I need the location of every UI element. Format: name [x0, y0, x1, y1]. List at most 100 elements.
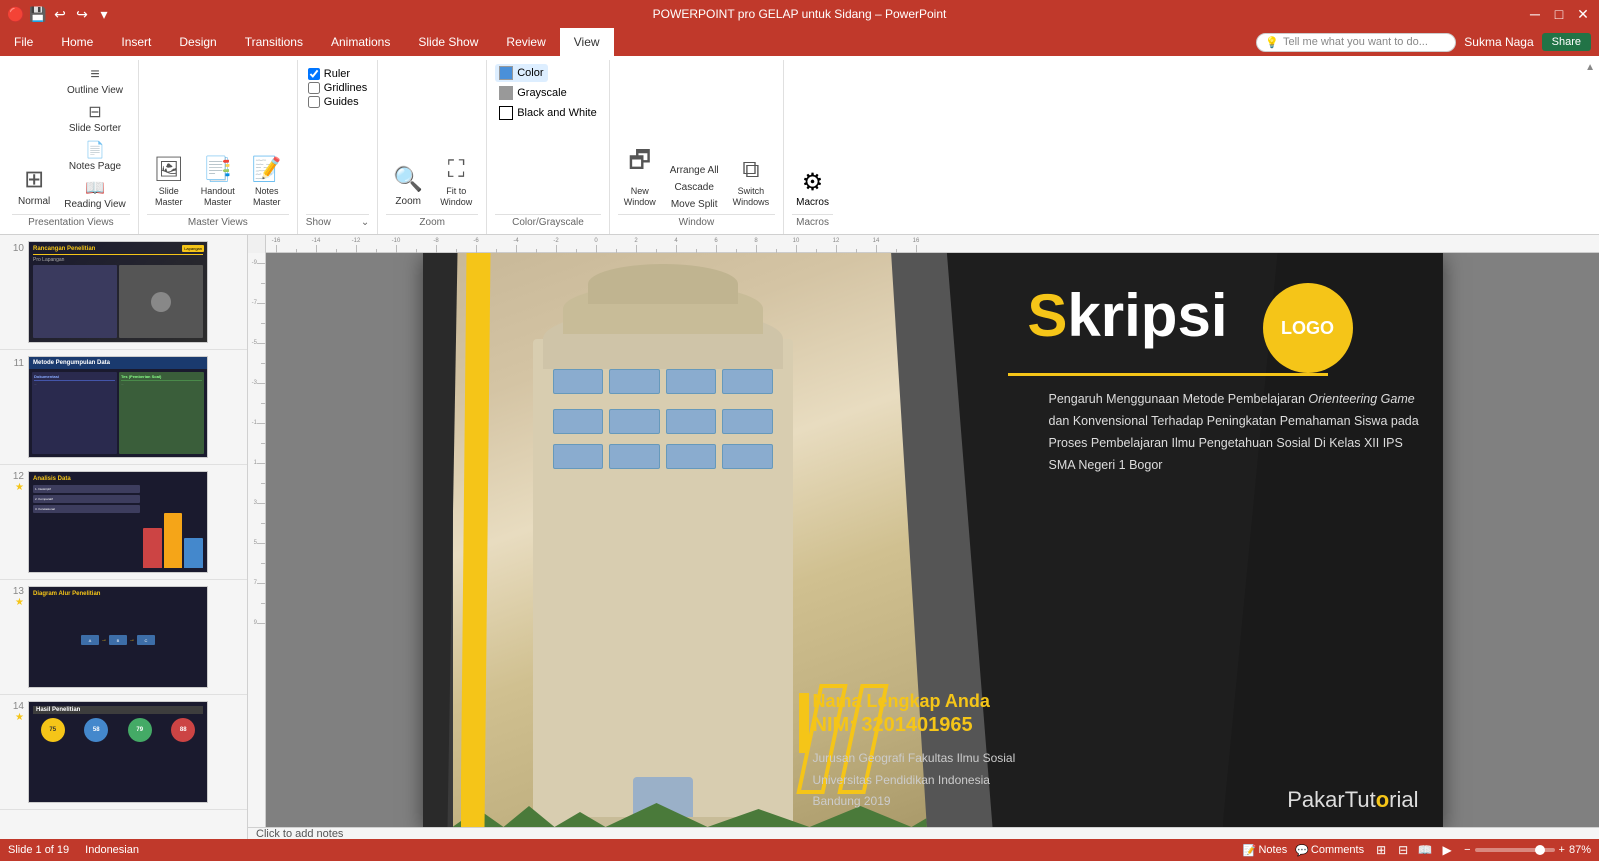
comments-icon: 💬	[1295, 844, 1309, 857]
slide-number-13: 13 ★	[4, 586, 24, 608]
block1	[33, 265, 117, 338]
tab-view[interactable]: View	[560, 28, 614, 56]
minimize-icon[interactable]: ─	[1527, 6, 1543, 22]
arrange-all-button[interactable]: Arrange All	[666, 163, 723, 178]
tell-me-bar[interactable]: 💡 Tell me what you want to do...	[1256, 33, 1456, 52]
notes-btn[interactable]: 📝 Notes	[1243, 844, 1287, 857]
flow-arrow-1: →	[101, 637, 107, 643]
move-split-button[interactable]: Move Split	[666, 197, 723, 212]
tab-design[interactable]: Design	[165, 28, 230, 56]
win-5	[553, 409, 604, 434]
gridlines-check[interactable]: Gridlines	[308, 82, 367, 94]
tab-slideshow[interactable]: Slide Show	[404, 28, 492, 56]
sorter-view-icon[interactable]: ⊟	[1394, 843, 1412, 857]
lightbulb-icon: 💡	[1265, 36, 1279, 49]
zoom-slider[interactable]	[1475, 848, 1555, 852]
normal-button[interactable]: ⊞ Normal	[12, 161, 56, 212]
new-window-button[interactable]: 🗗 NewWindow	[618, 139, 662, 212]
notes-page-button[interactable]: 📄 Notes Page	[60, 138, 130, 174]
tab-animations[interactable]: Animations	[317, 28, 404, 56]
zoom-plus[interactable]: +	[1559, 844, 1565, 856]
undo-icon[interactable]: ↩	[52, 6, 68, 22]
maximize-icon[interactable]: □	[1551, 6, 1567, 22]
slideshow-view-icon[interactable]: ▶	[1438, 843, 1456, 857]
ruler-corner	[248, 235, 266, 253]
macros-button[interactable]: ⚙ Macros	[792, 164, 833, 212]
hasil-title: Hasil Penelitian	[33, 706, 203, 714]
vtick--5: -5	[248, 333, 265, 353]
show-expand-icon[interactable]: ⌄	[361, 217, 369, 228]
slide-thumb-11[interactable]: 11 Metode Pengumpulan Data Dokumentasi .…	[0, 350, 247, 465]
group-macros: ⚙ Macros Macros	[784, 60, 841, 234]
close-icon[interactable]: ✕	[1575, 6, 1591, 22]
comments-btn[interactable]: 💬 Comments	[1295, 844, 1364, 857]
zoom-minus[interactable]: −	[1464, 844, 1470, 856]
customize-icon[interactable]: ▾	[96, 6, 112, 22]
bw-button[interactable]: Black and White	[495, 104, 600, 122]
vtick--4	[248, 353, 265, 373]
brand-o: o	[1376, 787, 1389, 812]
flow-arrow-2: →	[129, 637, 135, 643]
normal-view-icon[interactable]: ⊞	[1372, 843, 1390, 857]
cascade-button[interactable]: Cascade	[666, 180, 723, 195]
htick-8: 8	[746, 238, 766, 253]
slide-thumb-12[interactable]: 12 ★ Analisis Data 1. Deskriptif 2. Komp…	[0, 465, 247, 580]
mc-text1: ...	[34, 382, 115, 386]
handout-master-button[interactable]: 📑 HandoutMaster	[195, 151, 241, 212]
outline-view-button[interactable]: ≡ Outline View	[60, 64, 130, 98]
tab-review[interactable]: Review	[492, 28, 559, 56]
slide-sorter-button[interactable]: ⊟ Slide Sorter	[60, 100, 130, 136]
tab-file[interactable]: File	[0, 28, 47, 56]
user-name: Sukma Naga	[1464, 35, 1533, 49]
slide-thumb-10[interactable]: 10 Rancangan Penelitian Pro Lapangan Lap…	[0, 235, 247, 350]
notes-master-button[interactable]: 📝 NotesMaster	[245, 151, 289, 212]
mc-text2: ...	[121, 382, 202, 386]
normal-icon: ⊞	[24, 165, 44, 194]
slide-nim: NIM: 3201401965	[813, 714, 990, 737]
win-4	[722, 369, 773, 394]
block2	[119, 265, 203, 338]
fit-to-window-button[interactable]: ⛶ Fit toWindow	[434, 152, 478, 212]
title-bar: 🔴 💾 ↩ ↪ ▾ POWERPOINT pro GELAP untuk Sid…	[0, 0, 1599, 28]
win-9	[553, 444, 604, 469]
slide-viewport[interactable]: LOGO Skripsi Pengaruh Menggunaan Metode …	[266, 253, 1599, 827]
switch-windows-button[interactable]: ⧉ SwitchWindows	[727, 152, 776, 212]
slide-thumb-14[interactable]: 14 ★ Hasil Penelitian 75 58	[0, 695, 247, 810]
slide-img-12: Analisis Data 1. Deskriptif 2. Komparati…	[28, 471, 208, 573]
save-icon[interactable]: 💾	[30, 6, 46, 22]
tab-home[interactable]: Home	[47, 28, 107, 56]
reading-view-button[interactable]: 📖 Reading View	[60, 176, 130, 212]
group-presentation-views: ⊞ Normal ≡ Outline View ⊟ Slide Sorter	[4, 60, 139, 234]
window-col: Arrange All Cascade Move Split	[666, 163, 723, 212]
ruler-checkbox[interactable]	[308, 68, 320, 80]
thumb-rancangan: Rancangan Penelitian Pro Lapangan	[29, 242, 207, 342]
reading-view-icon[interactable]: 📖	[1416, 843, 1434, 857]
outline-label: Outline View	[67, 85, 123, 96]
win-11	[666, 444, 717, 469]
bw-dot	[499, 106, 513, 120]
slide-master-button[interactable]: 🖼 SlideMaster	[147, 151, 191, 212]
logo-text: LOGO	[1281, 318, 1334, 339]
status-right: 📝 Notes 💬 Comments ⊞ ⊟ 📖 ▶ − + 87%	[1243, 843, 1591, 857]
h-ruler: -16 -14 -12 -10 -8 -6 -4 -2 0	[248, 235, 1599, 253]
ruler-check[interactable]: Ruler	[308, 68, 367, 80]
gridlines-checkbox[interactable]	[308, 82, 320, 94]
guides-checkbox[interactable]	[308, 96, 320, 108]
star-14: ★	[15, 712, 24, 723]
redo-icon[interactable]: ↪	[74, 6, 90, 22]
zoom-button[interactable]: 🔍 Zoom	[386, 161, 430, 212]
metode-card-2: Tes (Pemberian Soal) ...	[119, 372, 204, 454]
ribbon-expand[interactable]: ▲	[1581, 60, 1599, 234]
tab-insert[interactable]: Insert	[107, 28, 165, 56]
title-s: S	[1027, 281, 1067, 350]
slide-master-icon: 🖼	[154, 155, 184, 184]
share-button[interactable]: Share	[1542, 33, 1591, 51]
slide-thumb-13[interactable]: 13 ★ Diagram Alur Penelitian A → B → C	[0, 580, 247, 695]
star-12: ★	[15, 482, 24, 493]
color-button[interactable]: Color	[495, 64, 547, 82]
tab-transitions[interactable]: Transitions	[231, 28, 317, 56]
grayscale-button[interactable]: Grayscale	[495, 84, 571, 102]
guides-check[interactable]: Guides	[308, 96, 367, 108]
slide-canvas[interactable]: LOGO Skripsi Pengaruh Menggunaan Metode …	[423, 253, 1443, 827]
flow-box-1: A	[81, 635, 99, 645]
